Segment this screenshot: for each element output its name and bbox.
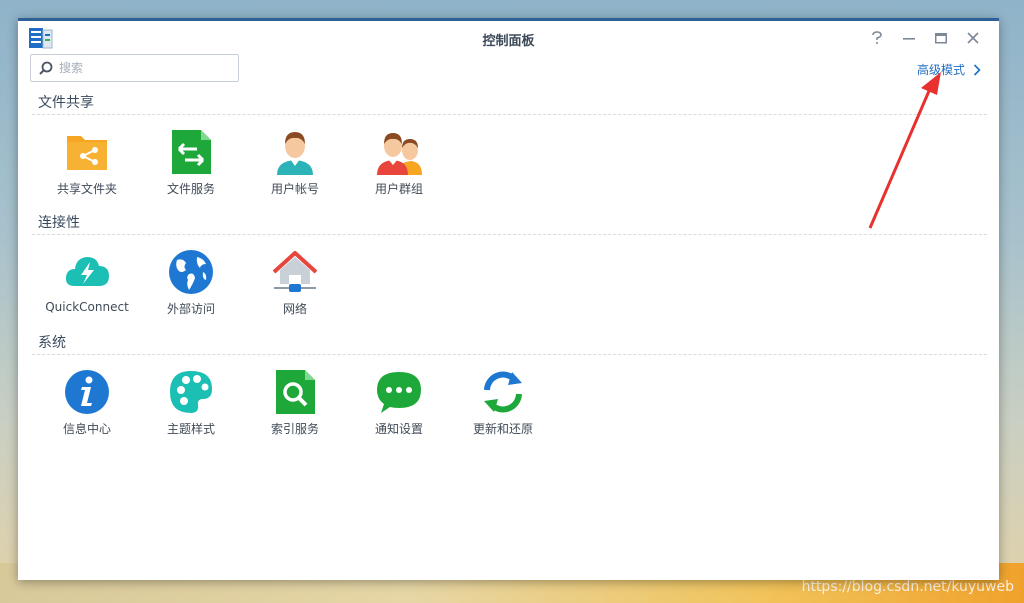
item-label: 更新和还原	[472, 422, 533, 436]
network-house-icon	[272, 251, 318, 292]
help-icon	[872, 31, 882, 44]
item-label: 网络	[282, 302, 307, 316]
palette-icon	[170, 371, 212, 413]
item-shared-folder[interactable]: 共享文件夹	[35, 128, 139, 197]
item-label: 用户群组	[374, 182, 423, 196]
section-title: 系统	[38, 335, 66, 351]
section-title: 文件共享	[38, 95, 94, 111]
item-notification[interactable]: 通知设置	[347, 368, 451, 437]
help-button[interactable]	[865, 27, 889, 49]
item-external-access[interactable]: 外部访问	[139, 248, 243, 317]
info-icon	[65, 370, 109, 414]
globe-icon	[169, 250, 213, 294]
item-theme[interactable]: 主题样式	[139, 368, 243, 437]
item-index-service[interactable]: 索引服务	[243, 368, 347, 437]
item-network[interactable]: 网络	[243, 248, 347, 317]
close-button[interactable]	[961, 27, 985, 49]
minimize-icon	[903, 38, 915, 40]
maximize-icon	[935, 33, 947, 44]
item-label: 用户帐号	[270, 182, 319, 196]
file-services-icon	[172, 130, 211, 174]
advanced-mode-label: 高级模式	[916, 63, 965, 77]
advanced-mode-link[interactable]: 高级模式	[917, 61, 981, 78]
item-label: 外部访问	[166, 302, 215, 316]
section-divider	[32, 114, 987, 115]
item-label: 共享文件夹	[56, 182, 117, 196]
refresh-icon	[484, 371, 522, 413]
item-info-center[interactable]: 信息中心	[35, 368, 139, 437]
section-divider	[32, 354, 987, 355]
item-user-group[interactable]: 用户群组	[347, 128, 451, 197]
title-bar: 控制面板	[18, 21, 999, 53]
item-label: 信息中心	[62, 422, 111, 436]
maximize-button[interactable]	[929, 27, 953, 49]
quickconnect-icon	[65, 257, 109, 286]
item-label: 主题样式	[166, 422, 215, 436]
control-panel-window: 控制面板 高级模式 文件共享	[18, 18, 999, 580]
chat-bubble-icon	[377, 372, 421, 413]
watermark-text: https://blog.csdn.net/kuyuweb	[801, 579, 1014, 595]
window-title: 控制面板	[482, 34, 535, 49]
search-input[interactable]	[59, 61, 238, 75]
item-label: QuickConnect	[45, 300, 129, 314]
minimize-button[interactable]	[897, 27, 921, 49]
search-icon	[39, 61, 53, 75]
item-file-services[interactable]: 文件服务	[139, 128, 243, 197]
section-divider	[32, 234, 987, 235]
user-icon	[277, 132, 313, 175]
item-label: 文件服务	[166, 182, 215, 196]
search-field[interactable]	[30, 54, 239, 82]
item-label: 通知设置	[374, 422, 423, 436]
close-icon	[967, 32, 979, 44]
shared-folder-icon	[67, 136, 107, 170]
item-label: 索引服务	[270, 422, 319, 436]
chevron-right-icon	[973, 63, 981, 76]
item-quickconnect[interactable]: QuickConnect	[35, 248, 139, 317]
group-icon	[377, 133, 422, 175]
item-user-account[interactable]: 用户帐号	[243, 128, 347, 197]
index-search-icon	[276, 370, 315, 414]
item-update-restore[interactable]: 更新和还原	[451, 368, 555, 437]
section-title: 连接性	[38, 215, 80, 231]
